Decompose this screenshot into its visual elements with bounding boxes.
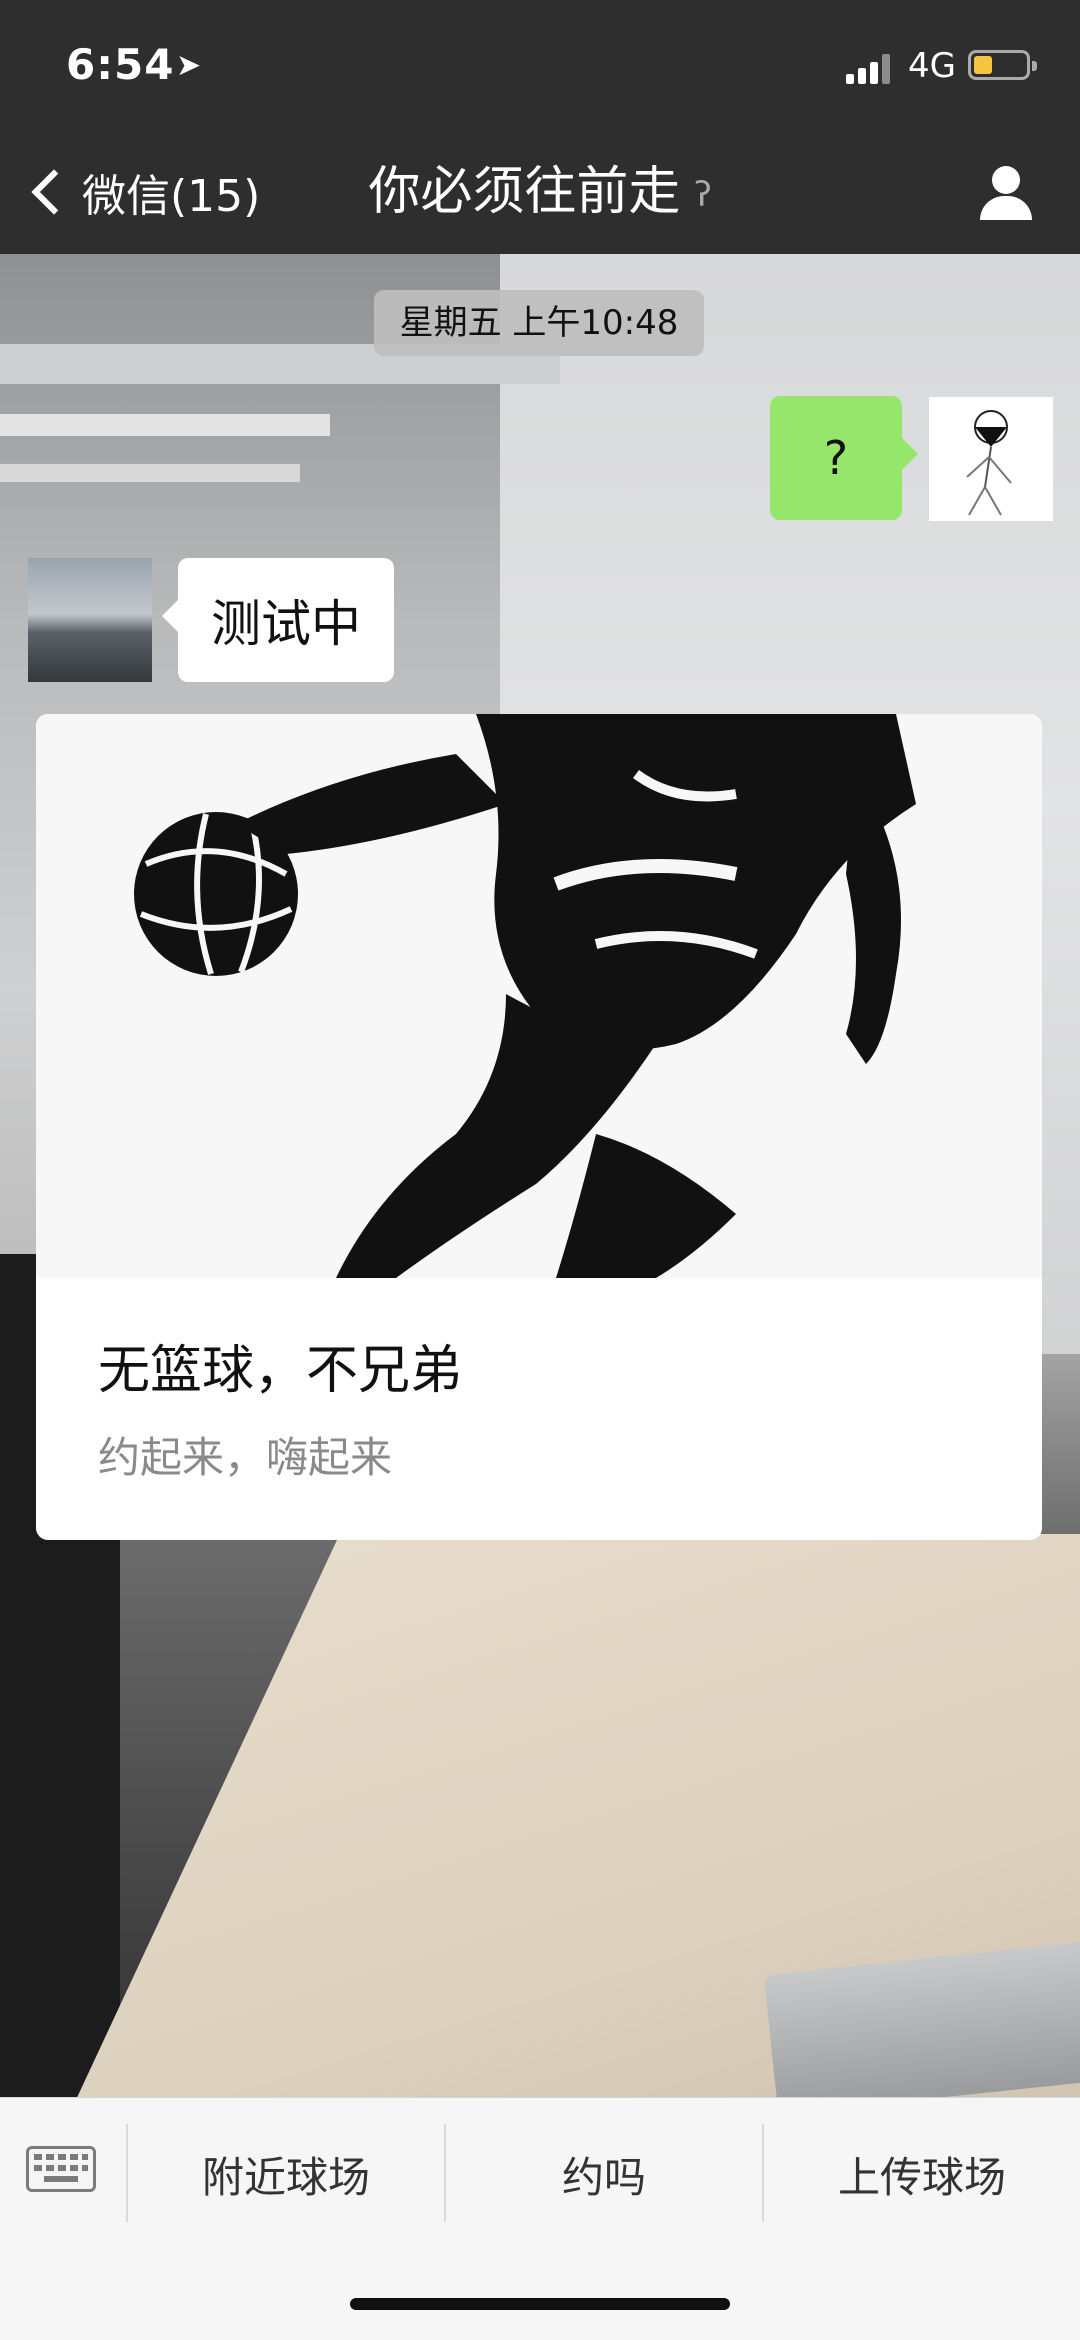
network-type: 4G — [908, 46, 956, 86]
avatar[interactable] — [28, 558, 152, 682]
home-indicator[interactable] — [350, 2298, 730, 2310]
status-time: 6:54 — [66, 40, 175, 89]
message-timestamp: 星期五 上午10:48 — [374, 290, 704, 356]
card-image — [36, 714, 1042, 1278]
person-icon-body — [980, 196, 1032, 220]
card-subtitle: 约起来，嗨起来 — [98, 1433, 393, 1482]
link-card[interactable]: 无篮球，不兄弟 约起来，嗨起来 — [36, 714, 1042, 1540]
status-bar: 6:54 ➤ 4G — [0, 0, 1080, 130]
person-icon[interactable] — [978, 166, 1034, 222]
person-icon-head — [992, 166, 1020, 194]
menu-item-nearby-courts[interactable]: 附近球场 — [128, 2138, 444, 2218]
message-bubble-sent[interactable]: ? — [770, 396, 918, 520]
chat-title: 你必须往前走 — [368, 162, 681, 222]
background-ceiling-light — [0, 464, 300, 482]
message-text: ? — [823, 431, 849, 485]
battery-tip — [1032, 61, 1037, 71]
message-text: 测试中 — [211, 595, 361, 653]
battery-level — [974, 56, 992, 74]
message-bubble-received[interactable]: 测试中 — [162, 558, 394, 682]
menu-item-meet[interactable]: 约吗 — [446, 2138, 762, 2218]
location-arrow-icon: ➤ — [176, 48, 202, 83]
signal-icon — [846, 52, 896, 84]
nav-bar: 微信(15) 你必须往前走 ʔ — [0, 130, 1080, 254]
keyboard-icon[interactable] — [26, 2146, 100, 2196]
battery-icon — [968, 50, 1037, 80]
card-title: 无篮球，不兄弟 — [98, 1341, 463, 1401]
avatar[interactable] — [928, 396, 1054, 522]
background-ceiling-light — [0, 414, 330, 436]
keyboard-icon-keys — [34, 2154, 88, 2184]
stick-figure-avatar — [966, 410, 1012, 516]
ear-icon: ʔ — [694, 175, 712, 215]
chat-title-container: 你必须往前走 ʔ — [0, 160, 1080, 224]
menu-item-upload-court[interactable]: 上传球场 — [764, 2138, 1080, 2218]
basketball-player-image — [36, 714, 1042, 1278]
